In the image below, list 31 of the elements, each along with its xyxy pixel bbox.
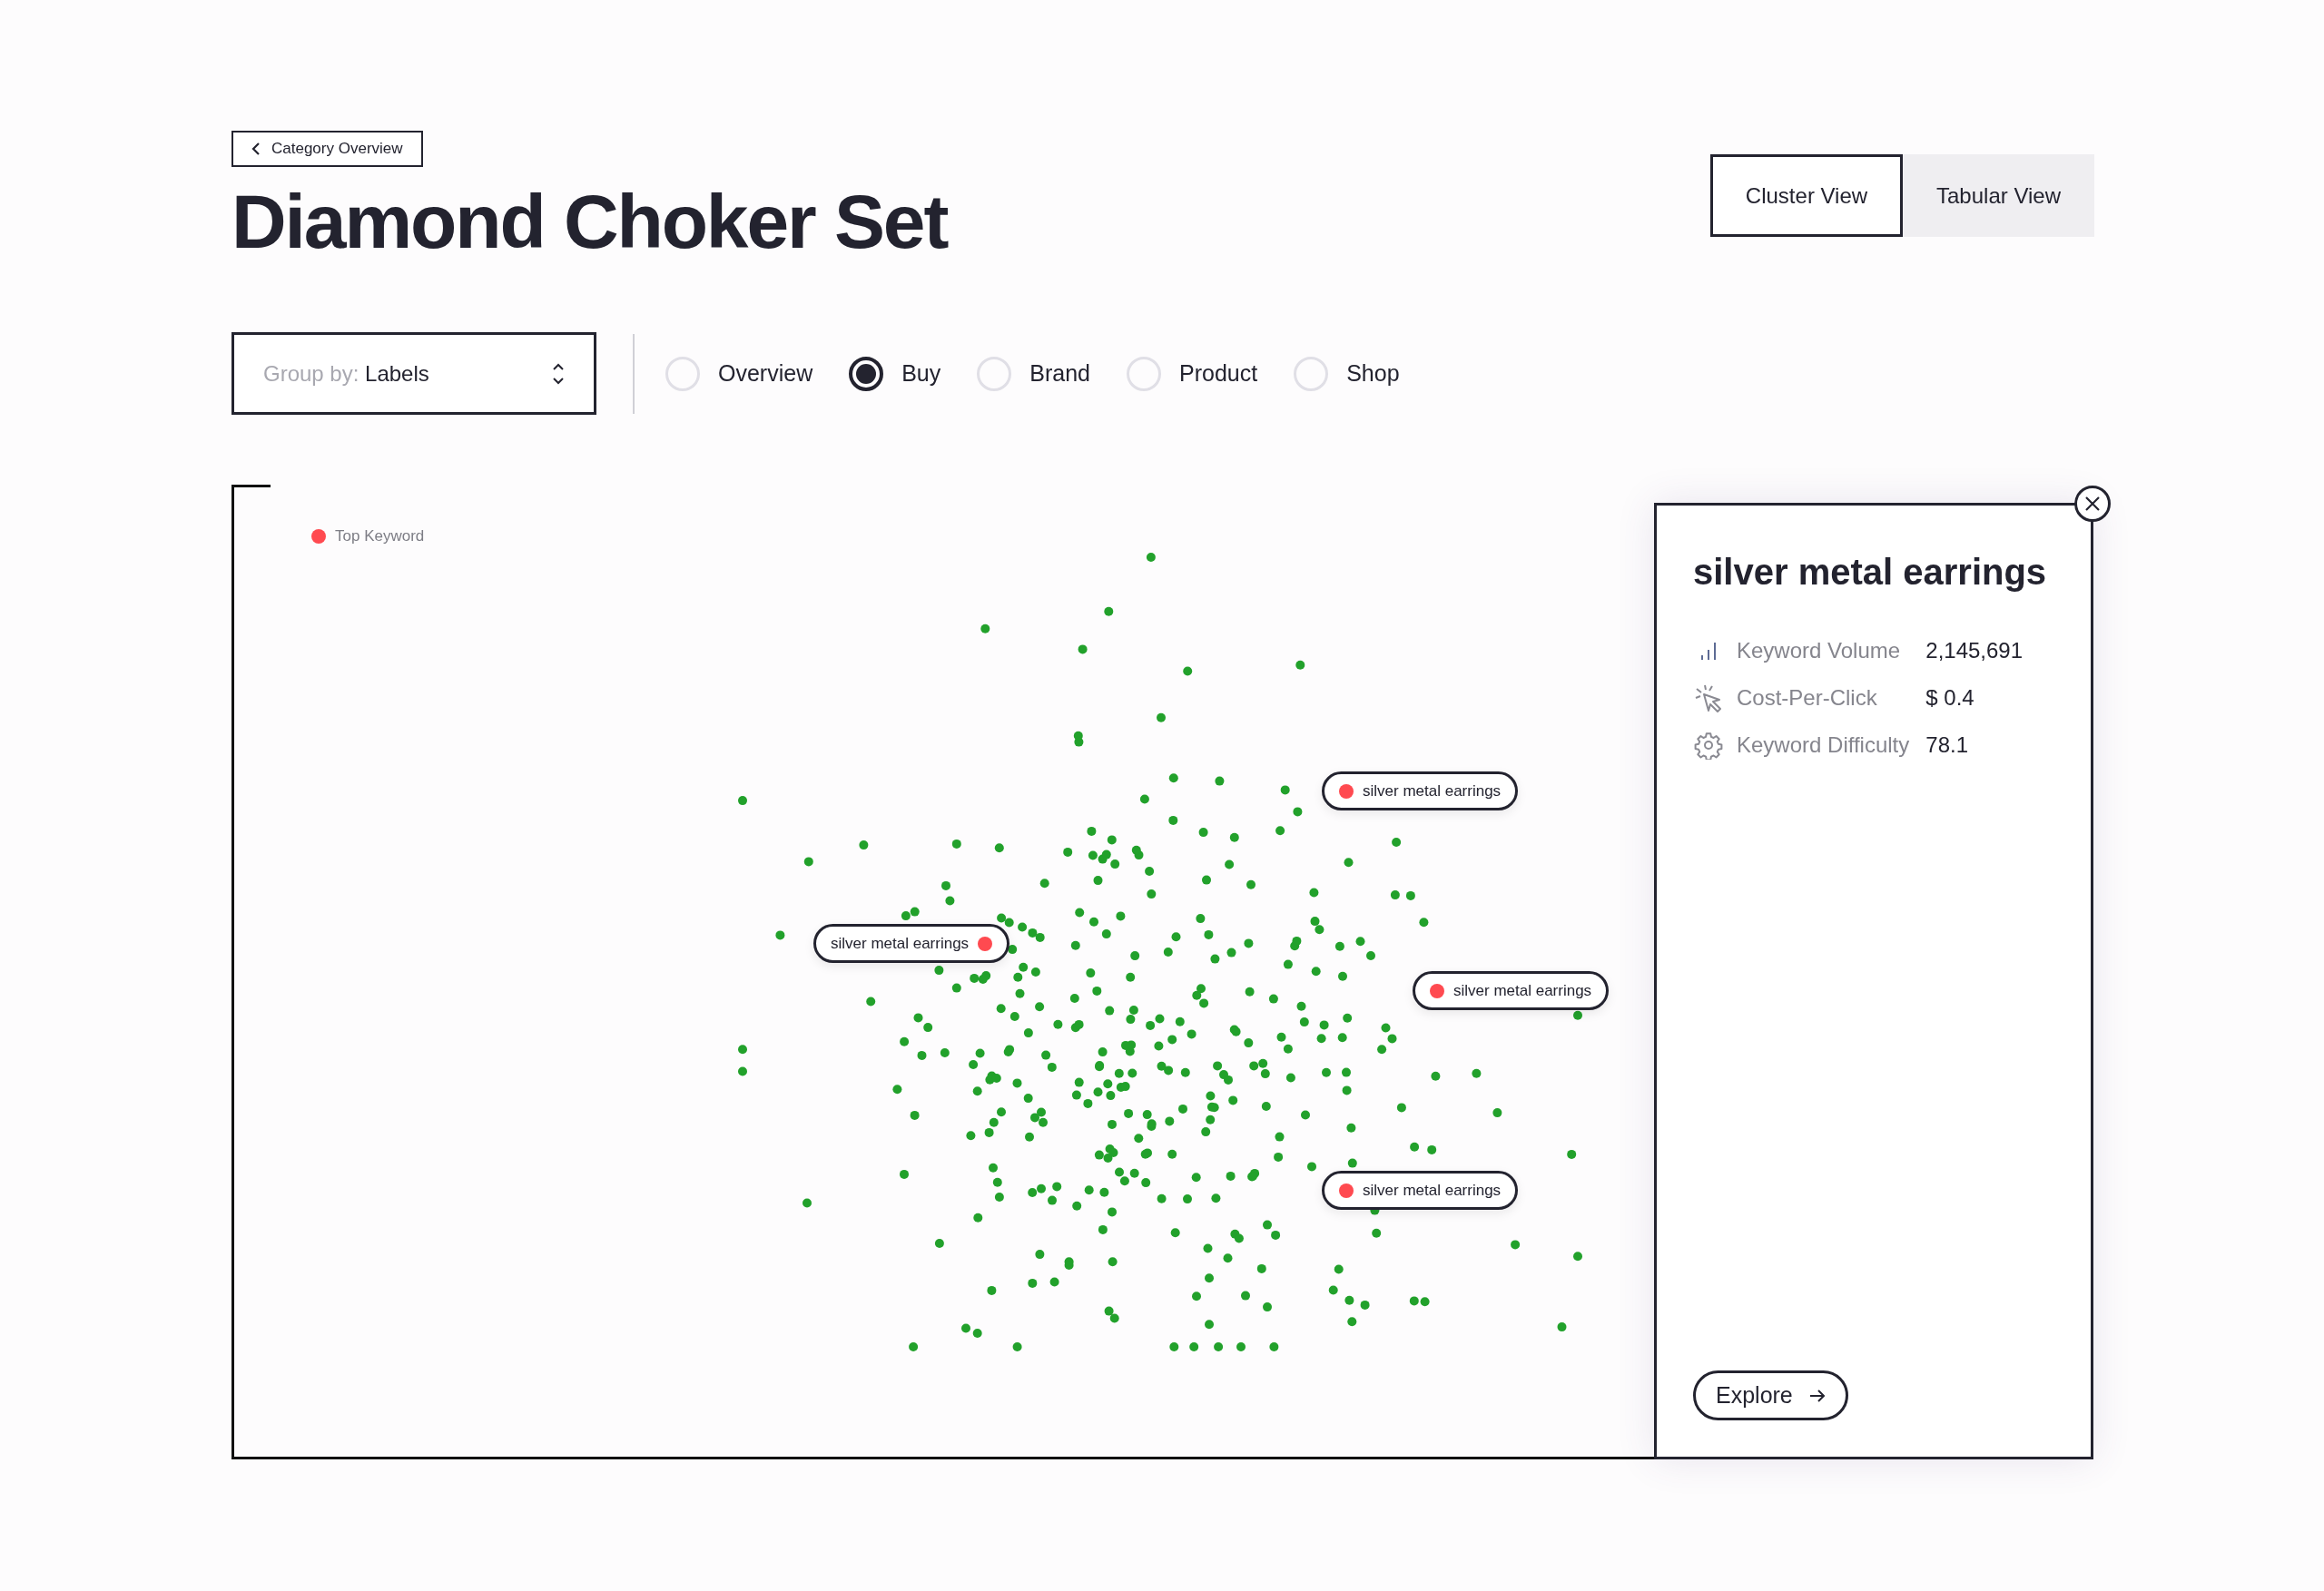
radio-option[interactable]: Shop — [1294, 356, 1400, 391]
keyword-label[interactable]: silver metal earrings — [813, 924, 1010, 963]
metric-label: Keyword Volume — [1737, 637, 1901, 664]
close-icon — [2083, 495, 2102, 513]
metric-label: Keyword Difficulty — [1737, 732, 1910, 759]
close-button[interactable] — [2074, 486, 2111, 522]
keyword-title: silver metal earrings — [1693, 551, 2048, 594]
explore-button[interactable]: Explore — [1693, 1370, 1848, 1420]
group-by-dropdown[interactable]: Group by: Labels — [231, 332, 596, 415]
radio-option[interactable]: Product — [1127, 356, 1258, 391]
view-tab[interactable]: Tabular View — [1903, 154, 2094, 237]
metric-value: $ 0.4 — [1925, 684, 1975, 712]
keyword-label[interactable]: silver metal earrings — [1322, 1171, 1519, 1210]
legend-label: Top Keyword — [335, 526, 425, 546]
chevron-left-icon — [251, 142, 261, 156]
metric-value: 2,145,691 — [1925, 637, 2024, 664]
keyword-label[interactable]: silver metal earrings — [1413, 971, 1610, 1010]
radio-option[interactable]: Overview — [665, 356, 813, 391]
back-button[interactable]: Category Overview — [231, 131, 423, 167]
keyword-label[interactable]: silver metal earrings — [1322, 771, 1519, 810]
metric-value: 78.1 — [1925, 732, 1969, 759]
bar-chart-icon — [1699, 640, 1718, 662]
page-title: Diamond Choker Set — [231, 183, 948, 260]
radio-option[interactable]: Buy — [849, 356, 941, 391]
arrow-right-icon — [1808, 1388, 1826, 1403]
view-tab[interactable]: Cluster View — [1710, 154, 1903, 237]
metric-label: Cost-Per-Click — [1737, 684, 1877, 712]
sort-arrows-icon — [552, 361, 565, 386]
radio-option[interactable]: Brand — [977, 356, 1090, 391]
cursor-click-icon — [1693, 683, 1724, 713]
gear-icon — [1694, 731, 1723, 760]
